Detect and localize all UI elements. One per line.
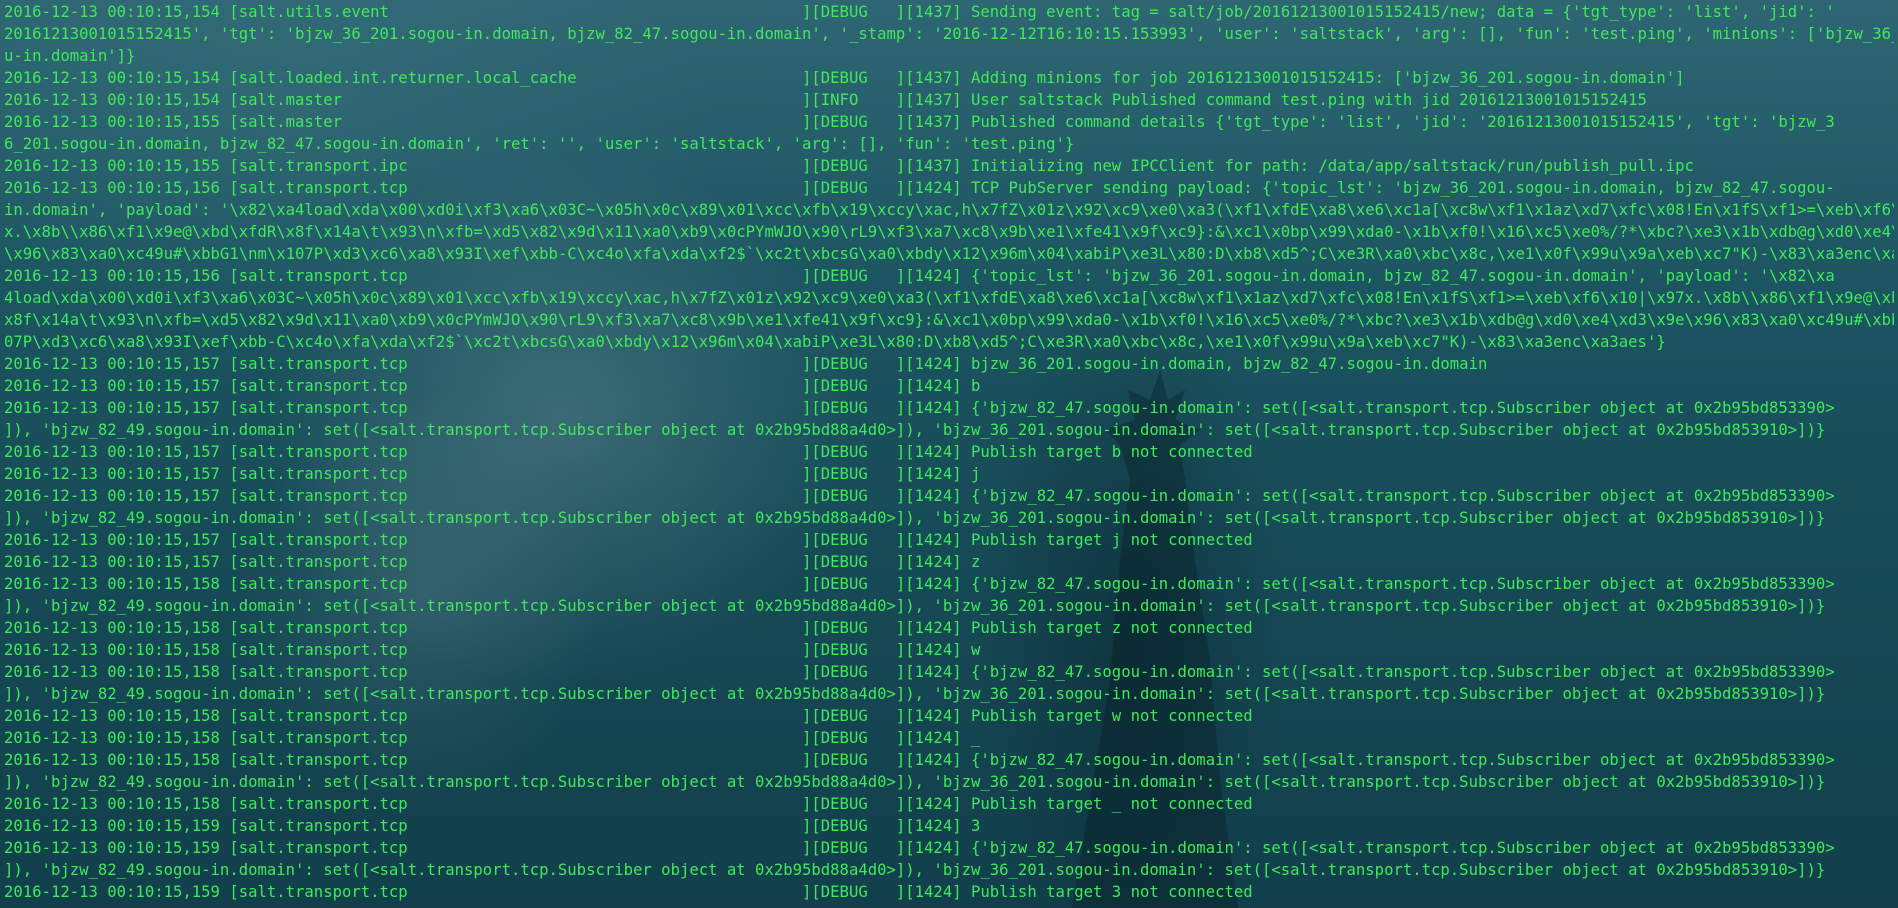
log-line: ]), 'bjzw_82_49.sogou-in.domain': set([<… [4,773,1826,791]
terminal-window[interactable]: 2016-12-13 00:10:15,154 [salt.utils.even… [0,0,1898,908]
log-line: 2016-12-13 00:10:15,159 [salt.transport.… [4,839,1835,857]
log-line: 2016-12-13 00:10:15,156 [salt.transport.… [4,267,1835,285]
log-line: \x96\x83\xa0\xc49u#\xbbG1\nm\x107P\xd3\x… [4,245,1894,263]
log-line: 2016-12-13 00:10:15,158 [salt.transport.… [4,795,1253,813]
log-line: ]), 'bjzw_82_49.sogou-in.domain': set([<… [4,421,1826,439]
log-line: 2016-12-13 00:10:15,158 [salt.transport.… [4,575,1835,593]
log-line: 2016-12-13 00:10:15,157 [salt.transport.… [4,443,1253,461]
log-line: 2016-12-13 00:10:15,154 [salt.loaded.int… [4,69,1685,87]
log-line: u-in.domain']} [4,47,136,65]
log-line: 20161213001015152415', 'tgt': 'bjzw_36_2… [4,25,1894,43]
log-line: 2016-12-13 00:10:15,158 [salt.transport.… [4,707,1253,725]
log-line: x8f\x14a\t\x93\n\xfb=\xd5\x82\x9d\x11\xa… [4,311,1894,329]
log-line: 2016-12-13 00:10:15,157 [salt.transport.… [4,531,1253,549]
log-line: 2016-12-13 00:10:15,155 [salt.master ][D… [4,113,1835,131]
log-line: 2016-12-13 00:10:15,156 [salt.transport.… [4,179,1835,197]
log-line: 2016-12-13 00:10:15,157 [salt.transport.… [4,377,981,395]
log-line: ]), 'bjzw_82_49.sogou-in.domain': set([<… [4,685,1826,703]
log-line: 2016-12-13 00:10:15,157 [salt.transport.… [4,487,1835,505]
log-line: 2016-12-13 00:10:15,154 [salt.utils.even… [4,3,1835,21]
log-line: ]), 'bjzw_82_49.sogou-in.domain': set([<… [4,861,1826,879]
log-line: in.domain', 'payload': '\x82\xa4load\xda… [4,201,1894,219]
log-line: ]), 'bjzw_82_49.sogou-in.domain': set([<… [4,509,1826,527]
log-line: 2016-12-13 00:10:15,159 [salt.transport.… [4,817,981,835]
log-line: 2016-12-13 00:10:15,158 [salt.transport.… [4,751,1835,769]
log-output[interactable]: 2016-12-13 00:10:15,154 [salt.utils.even… [4,1,1894,903]
log-line: 4load\xda\x00\xd0i\xf3\xa6\x03C~\x05h\x0… [4,289,1894,307]
log-line: 2016-12-13 00:10:15,158 [salt.transport.… [4,619,1253,637]
log-line: 2016-12-13 00:10:15,157 [salt.transport.… [4,465,981,483]
log-line: 2016-12-13 00:10:15,158 [salt.transport.… [4,641,981,659]
log-line: 6_201.sogou-in.domain, bjzw_82_47.sogou-… [4,135,1075,153]
log-line: 07P\xd3\xc6\xa8\x93I\xef\xbb-C\xc4o\xfa\… [4,333,1666,351]
log-line: 2016-12-13 00:10:15,158 [salt.transport.… [4,729,981,747]
log-line: 2016-12-13 00:10:15,155 [salt.transport.… [4,157,1694,175]
log-line: 2016-12-13 00:10:15,154 [salt.master ][I… [4,91,1647,109]
log-line: 2016-12-13 00:10:15,158 [salt.transport.… [4,663,1835,681]
log-line: x.\x8b\\x86\xf1\x9e@\xbd\xfdR\x8f\x14a\t… [4,223,1894,241]
log-line: 2016-12-13 00:10:15,157 [salt.transport.… [4,553,981,571]
log-line: 2016-12-13 00:10:15,159 [salt.transport.… [4,883,1253,901]
log-line: ]), 'bjzw_82_49.sogou-in.domain': set([<… [4,597,1826,615]
log-line: 2016-12-13 00:10:15,157 [salt.transport.… [4,399,1835,417]
log-line: 2016-12-13 00:10:15,157 [salt.transport.… [4,355,1488,373]
